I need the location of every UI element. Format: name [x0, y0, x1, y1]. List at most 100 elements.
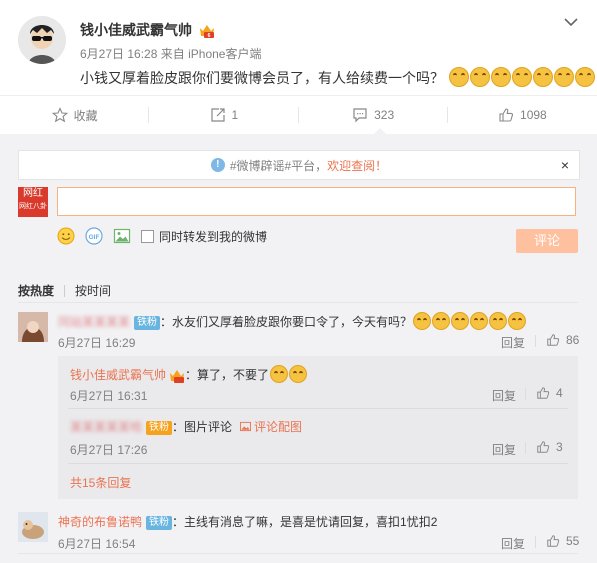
comment-time[interactable]: 6月27日 16:29 [58, 334, 135, 351]
reply-divider [68, 463, 568, 464]
comment-emoji-group [412, 312, 527, 330]
author-avatar-image [18, 16, 66, 64]
comment-avatar[interactable] [18, 512, 48, 542]
reply-list: 钱小佳威武霸气帅 ：算了，不要了 6月27日 16:31 回复 4 某某某某某哈铁… [58, 356, 578, 499]
comment-like-button[interactable]: 86 [546, 333, 579, 347]
like-button[interactable]: 1098 [448, 96, 597, 134]
replier-name[interactable]: 钱小佳威武霸气帅 [70, 368, 166, 382]
chevron-down-icon[interactable] [563, 14, 579, 30]
view-comment-image-link[interactable]: 评论配图 [240, 420, 302, 434]
post-source: iPhone客户端 [188, 47, 262, 61]
smile-emoji-icon [553, 67, 574, 87]
gif-icon[interactable]: GIF [85, 227, 103, 245]
my-avatar[interactable]: 网红 网红八卦 [18, 187, 48, 217]
thumbs-up-icon [547, 334, 560, 346]
post-text: 小钱又厚着脸皮跟你们要微博会员了，有人给续费一个吗？ [80, 70, 444, 86]
repost-icon [210, 108, 225, 122]
notice-text: #微博辟谣#平台， [229, 158, 328, 173]
thumbs-up-icon [547, 535, 560, 547]
reply-like-button[interactable]: 3 [536, 440, 563, 454]
commenter-name[interactable]: 冈站某某某某 [58, 315, 130, 329]
favorite-label: 收藏 [73, 108, 98, 123]
sort-by-hot[interactable]: 按热度 [18, 282, 54, 299]
commenter-name[interactable]: 神奇的布鲁诺鸭 [58, 515, 142, 529]
comment-text: ：水友们又厚着脸皮跟你要口令了，今天有吗？ [160, 315, 413, 329]
smile-emoji-icon [508, 312, 527, 330]
close-icon[interactable]: × [561, 157, 569, 173]
comment-like-count: 55 [566, 534, 580, 548]
comment-icon [353, 108, 367, 123]
comment-input[interactable] [57, 187, 576, 216]
author-name-text[interactable]: 钱小佳威武霸气帅 [80, 22, 192, 38]
author-avatar[interactable] [18, 16, 66, 64]
composer-toolbar: GIF 同时转发到我的微博 [57, 226, 267, 246]
reply-text: ：图片评论 [172, 420, 233, 434]
sort-separator [64, 284, 66, 297]
fan-badge[interactable]: 铁粉 [134, 316, 161, 330]
reply-time[interactable]: 6月27日 16:31 [70, 387, 147, 404]
sync-repost-checkbox[interactable] [141, 229, 154, 243]
reply-divider [68, 408, 568, 409]
comment-avatar[interactable] [18, 312, 48, 342]
vip-crown-icon[interactable] [169, 369, 185, 383]
star-icon [51, 107, 68, 123]
post-emoji-group [448, 67, 595, 87]
reply-body: 某某某某某哈 铁粉 ：图片评论 评论配图 [70, 418, 302, 435]
smile-emoji-icon [413, 312, 432, 330]
smile-emoji-icon [289, 365, 308, 383]
source-prefix: 来自 [160, 47, 185, 61]
submit-comment-button[interactable]: 评论 [516, 229, 578, 253]
fan-badge[interactable]: 铁粉 [146, 516, 173, 530]
smile-emoji-icon [448, 67, 469, 87]
post-action-bar: 收藏 1 323 1098 [0, 95, 597, 135]
reply-like-count: 3 [556, 440, 563, 454]
reply-button[interactable]: 回复 [501, 334, 525, 351]
reply-emoji-group [269, 365, 308, 383]
view-comment-image-label: 评论配图 [254, 420, 303, 434]
reply-like-button[interactable]: 4 [536, 386, 563, 400]
author-name[interactable]: 钱小佳威武霸气帅 6 [80, 20, 215, 40]
my-avatar-bottom-text: 网红八卦 [19, 203, 47, 210]
weibo-post-card: 钱小佳威武霸气帅 6 6月27日 16:28 来自 iPhone客户端 小钱又厚… [0, 0, 597, 563]
notice-link[interactable]: 欢迎查阅！ [327, 157, 387, 174]
emoji-picker-icon[interactable] [57, 227, 75, 245]
sync-repost-label[interactable]: 同时转发到我的微博 [159, 228, 267, 245]
comment-like-button[interactable]: 55 [546, 534, 579, 548]
fan-badge[interactable]: 铁粉 [146, 421, 173, 435]
image-upload-icon[interactable] [113, 227, 131, 245]
smile-emoji-icon [532, 67, 553, 87]
action-separator [535, 536, 536, 548]
repost-button[interactable]: 1 [149, 96, 299, 134]
favorite-button[interactable]: 收藏 [0, 96, 150, 134]
smile-emoji-icon [469, 67, 490, 87]
like-count: 1098 [520, 108, 547, 122]
reply-button[interactable]: 回复 [501, 535, 525, 552]
reply-text: ：算了，不要了 [185, 368, 270, 382]
image-icon [240, 421, 252, 432]
smile-emoji-icon [451, 312, 470, 330]
vip-crown-icon[interactable]: 6 [199, 24, 215, 39]
repost-count: 1 [231, 108, 239, 122]
sort-by-time[interactable]: 按时间 [75, 282, 111, 299]
my-avatar-top-text: 网红 [23, 188, 43, 199]
smile-emoji-icon [270, 365, 289, 383]
comment-like-count: 86 [566, 333, 580, 347]
post-time[interactable]: 6月27日 16:28 [80, 47, 157, 61]
reply-button[interactable]: 回复 [492, 387, 516, 404]
sort-divider [18, 302, 578, 303]
comment-divider [18, 553, 578, 554]
smile-emoji-icon [511, 67, 532, 87]
reply-like-count: 4 [556, 386, 563, 400]
action-separator [525, 442, 526, 454]
comment-body: 冈站某某某某 铁粉 ：水友们又厚着脸皮跟你要口令了，今天有吗？ [58, 312, 527, 330]
svg-text:6: 6 [208, 33, 211, 38]
more-replies-link[interactable]: 共15条回复 [70, 474, 131, 491]
reply-time[interactable]: 6月27日 17:26 [70, 441, 147, 458]
comment-time[interactable]: 6月27日 16:54 [58, 535, 135, 552]
reply-body: 钱小佳威武霸气帅 ：算了，不要了 [70, 365, 308, 383]
smile-emoji-icon [490, 67, 511, 87]
comment-body: 神奇的布鲁诺鸭 铁粉 ：主线有消息了嘛，是喜是忧请回复，喜扣1忧扣2 [58, 513, 437, 530]
svg-text:GIF: GIF [89, 234, 100, 241]
reply-button[interactable]: 回复 [492, 441, 516, 458]
replier-name[interactable]: 某某某某某哈 [70, 420, 142, 434]
